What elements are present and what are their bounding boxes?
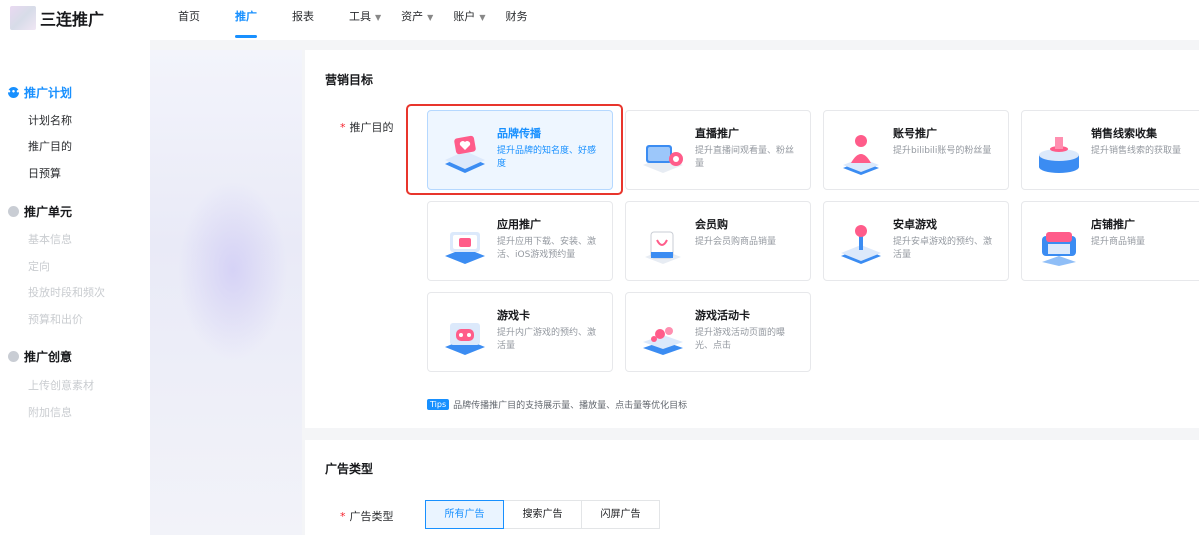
goal-tile-desc: 提升会员购商品销量 <box>695 237 777 247</box>
nav-account-label: 账户 <box>453 10 476 23</box>
goal-tile-title: 应用推广 <box>497 218 541 231</box>
sidebar-item-bidding[interactable]: 预算和出价 <box>28 311 83 327</box>
ad-type-option-splash[interactable]: 闪屏广告 <box>581 500 660 529</box>
sidebar-group-unit[interactable]: 推广单元 <box>8 203 72 220</box>
gamepad-icon <box>445 323 485 355</box>
goal-tile-title: 店铺推广 <box>1091 218 1135 231</box>
goal-tile-desc: 提升游戏活动页面的曝光、点击 <box>695 328 786 351</box>
account-user-icon <box>843 135 879 175</box>
goal-tile-store[interactable]: 店铺推广 提升商品销量 <box>1021 201 1199 281</box>
ad-type-label-text: 广告类型 <box>349 510 394 523</box>
logo-text: 三连推广 <box>40 10 105 29</box>
required-mark: * <box>340 121 346 134</box>
goal-tile-desc: 提升内广游戏的预约、激活量 <box>497 328 597 351</box>
sidebar-item-upload-creative[interactable]: 上传创意素材 <box>28 377 94 393</box>
sidebar-group-creative[interactable]: 推广创意 <box>8 348 72 365</box>
sidebar-item-basic-info[interactable]: 基本信息 <box>28 231 72 247</box>
goal-tile-title: 安卓游戏 <box>893 218 937 231</box>
goal-tile-desc: 提升应用下载、安装、激活、iOS游戏预约量 <box>497 237 597 260</box>
marketing-goal-title: 营销目标 <box>325 73 374 87</box>
nav-reports-label: 报表 <box>292 10 314 23</box>
shopping-bag-icon <box>645 231 681 264</box>
goal-tile-title: 销售线索收集 <box>1091 127 1157 140</box>
nav-assets-label: 资产 <box>401 10 424 23</box>
nav-reports[interactable]: 报表 <box>292 0 314 40</box>
ad-type-option-all[interactable]: 所有广告 <box>425 500 504 529</box>
required-mark: * <box>340 510 346 523</box>
nav-tools-label: 工具 <box>349 10 371 23</box>
sidebar-group-label: 推广创意 <box>24 350 73 364</box>
purpose-label-text: 推广目的 <box>349 121 394 134</box>
step-dot-icon <box>8 351 19 362</box>
logo-mark-icon <box>10 6 36 30</box>
nav-finance[interactable]: 财务 <box>505 0 527 40</box>
goal-tile-title: 直播推广 <box>695 127 739 140</box>
goal-tile-title: 游戏活动卡 <box>695 309 750 322</box>
app-box-icon <box>445 232 485 264</box>
joystick-icon <box>841 225 881 264</box>
goal-tile-member[interactable]: 会员购 提升会员购商品销量 <box>625 201 811 281</box>
dots-icon: ••• <box>6 87 21 98</box>
goal-tile-game-card[interactable]: 游戏卡 提升内广游戏的预约、激活量 <box>427 292 613 372</box>
nav-account[interactable]: 账户 ▼ <box>453 0 485 40</box>
ad-type-segmented: 所有广告 搜索广告 闪屏广告 <box>425 500 660 529</box>
sidebar-group-label: 推广计划 <box>24 86 73 100</box>
tips-badge: Tips <box>427 399 450 410</box>
goal-tile-live[interactable]: 直播推广 提升直播间观看量、粉丝量 <box>625 110 811 190</box>
goal-tile-android-game[interactable]: 安卓游戏 提升安卓游戏的预约、激活量 <box>823 201 1009 281</box>
sidebar-item-targeting[interactable]: 定向 <box>28 258 50 274</box>
purpose-label: * 推广目的 <box>340 119 394 135</box>
chevron-down-icon: ▼ <box>427 13 434 22</box>
ad-type-option-search[interactable]: 搜索广告 <box>503 500 582 529</box>
sidebar-item-daily-budget[interactable]: 日预算 <box>28 165 61 181</box>
goal-tile-desc: 提升安卓游戏的预约、激活量 <box>893 237 993 260</box>
selection-highlight <box>406 104 623 195</box>
top-navbar: 三连推广 首页 推广 报表 工具 ▼ 资产 ▼ 账户 ▼ 财务 <box>0 0 1199 40</box>
game-event-icon <box>643 327 683 355</box>
sidebar-item-extra-info[interactable]: 附加信息 <box>28 404 72 420</box>
goal-tile-title: 会员购 <box>695 218 728 231</box>
live-camera-icon <box>643 145 683 173</box>
goal-tile-desc: 提升直播间观看量、粉丝量 <box>695 146 795 169</box>
sidebar-item-schedule[interactable]: 投放时段和频次 <box>28 284 105 300</box>
nav-promotion-label: 推广 <box>235 10 257 23</box>
sidebar-group-plan[interactable]: ••• 推广计划 <box>6 84 73 101</box>
goal-tile-game-event[interactable]: 游戏活动卡 提升游戏活动页面的曝光、点击 <box>625 292 811 372</box>
tips-text: 品牌传播推广目的支持展示量、播放量、点击量等优化目标 <box>453 401 688 411</box>
sidebar-item-purpose[interactable]: 推广目的 <box>28 138 72 154</box>
decorative-gradient <box>178 180 288 360</box>
goal-tile-desc: 提升商品销量 <box>1091 237 1146 247</box>
goal-tile-app[interactable]: 应用推广 提升应用下载、安装、激活、iOS游戏预约量 <box>427 201 613 281</box>
goal-tile-desc: 提升bilibili账号的粉丝量 <box>893 146 992 156</box>
logo[interactable]: 三连推广 <box>10 6 104 30</box>
goal-tile-title: 账号推广 <box>893 127 937 140</box>
store-icon <box>1042 232 1076 266</box>
chevron-down-icon: ▼ <box>479 13 486 22</box>
nav-assets[interactable]: 资产 ▼ <box>401 0 433 40</box>
sidebar-group-label: 推广单元 <box>24 205 73 219</box>
goal-tile-account[interactable]: 账号推广 提升bilibili账号的粉丝量 <box>823 110 1009 190</box>
nav-home-label: 首页 <box>178 10 200 23</box>
leads-stack-icon <box>1039 137 1079 173</box>
step-dot-icon <box>8 206 19 217</box>
nav-promotion[interactable]: 推广 <box>235 0 257 40</box>
tips-bar: Tips 品牌传播推广目的支持展示量、播放量、点击量等优化目标 <box>427 398 687 411</box>
chevron-down-icon: ▼ <box>375 13 382 22</box>
goal-tile-leads[interactable]: 销售线索收集 提升销售线索的获取量 <box>1021 110 1199 190</box>
nav-finance-label: 财务 <box>505 10 528 23</box>
ad-type-label: * 广告类型 <box>340 508 394 524</box>
ad-type-title: 广告类型 <box>325 462 374 476</box>
main-nav: 首页 推广 报表 工具 ▼ 资产 ▼ 账户 ▼ 财务 <box>178 0 527 40</box>
sidebar: ••• 推广计划 计划名称 推广目的 日预算 推广单元 基本信息 定向 投放时段… <box>0 40 150 535</box>
goal-tile-desc: 提升销售线索的获取量 <box>1091 146 1182 156</box>
nav-home[interactable]: 首页 <box>178 0 200 40</box>
nav-tools[interactable]: 工具 ▼ <box>349 0 381 40</box>
sidebar-item-plan-name[interactable]: 计划名称 <box>28 112 72 128</box>
goal-tile-title: 游戏卡 <box>497 309 530 322</box>
